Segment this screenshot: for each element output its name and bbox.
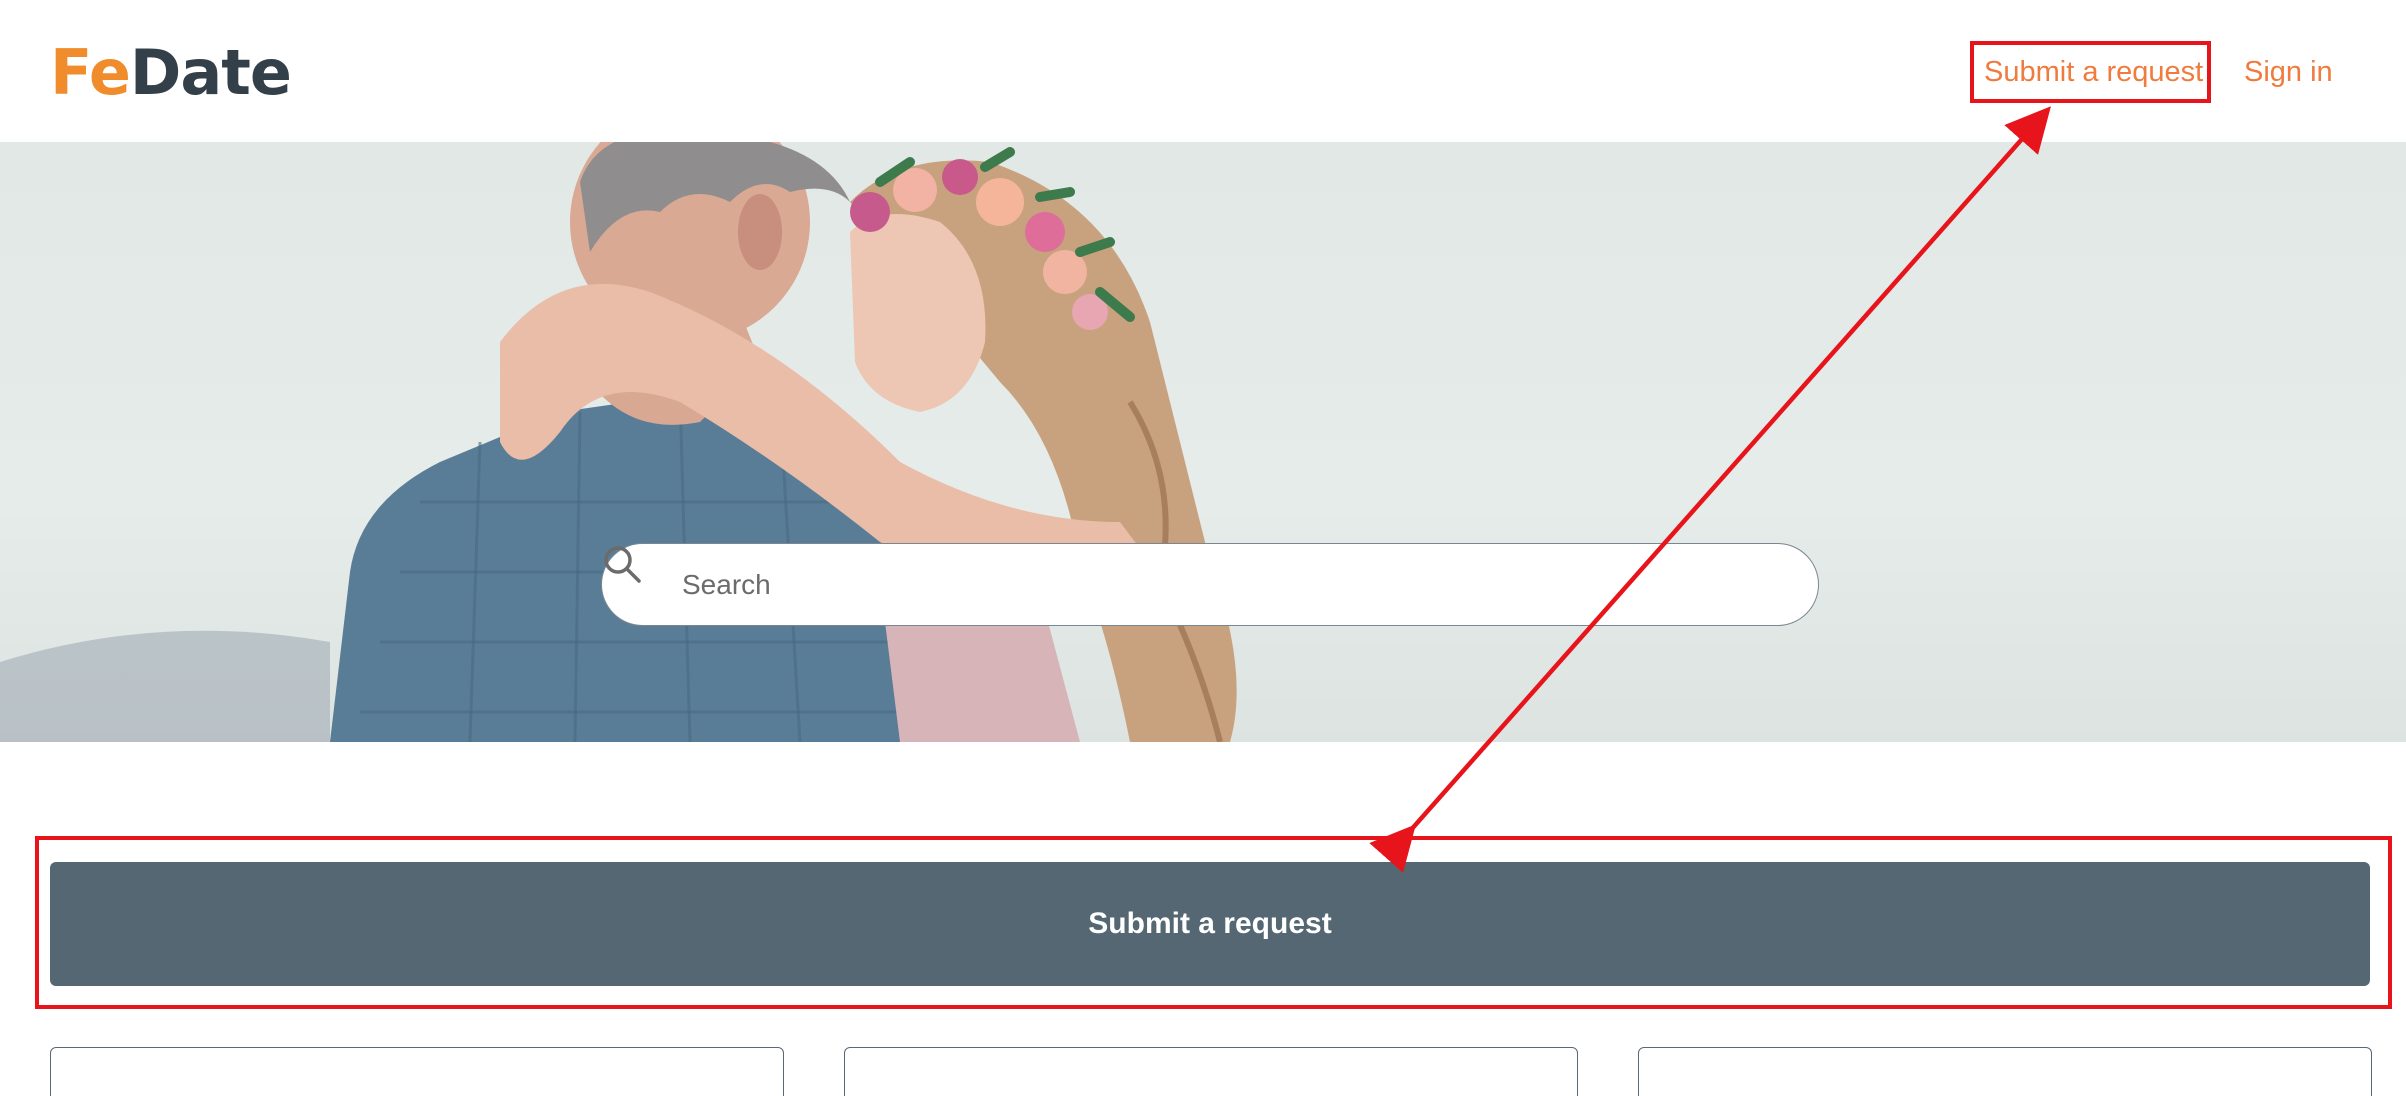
logo-fe-text: Fe (50, 36, 131, 109)
category-card[interactable] (1638, 1047, 2372, 1096)
help-center-page: FeDate Submit a request Sign in Search S… (0, 0, 2406, 1096)
site-header: FeDate Submit a request Sign in (0, 0, 2406, 142)
search-bar[interactable] (601, 543, 1819, 626)
sign-in-link[interactable]: Sign in (2244, 52, 2333, 92)
logo-date-text: Date (129, 36, 292, 109)
fedate-logo[interactable]: FeDate (50, 36, 292, 109)
hero-banner (0, 142, 2406, 742)
submit-request-button[interactable]: Submit a request (50, 862, 2370, 986)
category-card[interactable] (844, 1047, 1578, 1096)
search-icon (604, 546, 641, 583)
category-card[interactable] (50, 1047, 784, 1096)
search-input[interactable] (682, 544, 1782, 625)
header-submit-request-link[interactable]: Submit a request (1984, 52, 2203, 92)
couple-embracing-photo (0, 142, 1237, 742)
